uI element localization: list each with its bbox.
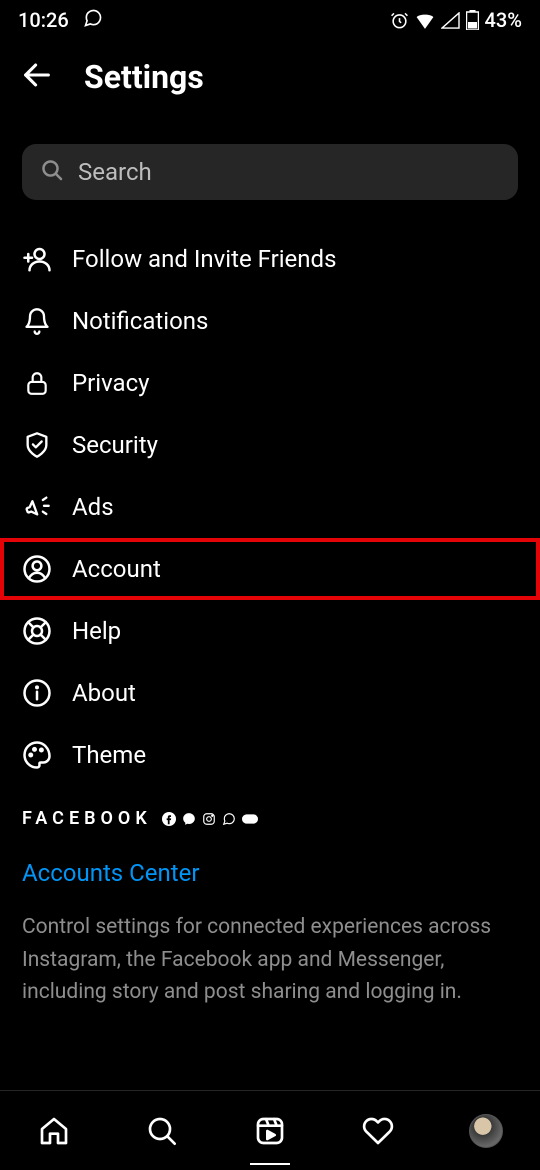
oculus-icon [242,814,258,824]
status-time: 10:26 [18,8,69,32]
info-icon [22,678,52,708]
nav-search[interactable] [142,1101,182,1161]
shield-check-icon [22,430,52,460]
menu-item-ads[interactable]: Ads [0,476,540,538]
menu-item-label: Privacy [72,369,150,397]
page-title: Settings [84,58,204,96]
menu-item-help[interactable]: Help [0,600,540,662]
whatsapp-icon [83,8,103,33]
accounts-center-description: Control settings for connected experienc… [22,911,518,1009]
megaphone-icon [22,492,52,522]
bell-icon [22,306,52,336]
back-icon[interactable] [20,58,54,96]
nav-home[interactable] [34,1101,74,1161]
lifebuoy-icon [22,616,52,646]
accounts-center-link[interactable]: Accounts Center [22,859,518,887]
menu-item-label: Notifications [72,307,208,335]
alarm-icon [390,11,409,30]
person-add-icon [22,244,52,274]
search-icon [146,1115,178,1147]
menu-item-about[interactable]: About [0,662,540,724]
home-icon [38,1115,70,1147]
menu-item-security[interactable]: Security [0,414,540,476]
menu-item-label: Help [72,617,121,645]
menu-item-label: Theme [72,741,146,769]
nav-reels[interactable] [250,1105,290,1165]
search-icon [40,158,64,186]
battery-icon [466,10,479,30]
lock-icon [22,368,52,398]
user-circle-icon [22,554,52,584]
menu-item-label: About [72,679,136,707]
menu-item-label: Account [72,555,161,583]
menu-item-label: Security [72,431,158,459]
nav-activity[interactable] [358,1101,398,1161]
menu-item-theme[interactable]: Theme [0,724,540,786]
facebook-brand: FACEBOOK [22,808,152,829]
heart-icon [362,1115,394,1147]
signal-icon [441,12,460,29]
whatsapp-small-icon [222,812,236,826]
settings-menu: Follow and Invite Friends Notifications … [0,210,540,786]
nav-profile[interactable] [466,1101,506,1161]
menu-item-notifications[interactable]: Notifications [0,290,540,352]
menu-item-label: Ads [72,493,114,521]
menu-item-privacy[interactable]: Privacy [0,352,540,414]
search-placeholder: Search [78,158,152,186]
facebook-icon [162,812,176,826]
menu-item-account[interactable]: Account [0,538,540,600]
status-battery-pct: 43% [485,8,522,32]
menu-item-follow-invite[interactable]: Follow and Invite Friends [0,228,540,290]
menu-item-label: Follow and Invite Friends [72,245,336,273]
wifi-icon [415,12,435,29]
bottom-nav [0,1090,540,1170]
status-bar: 10:26 43% [0,0,540,40]
facebook-product-icons [162,812,258,826]
page-header: Settings [0,40,540,114]
palette-icon [22,740,52,770]
messenger-icon [182,812,196,826]
instagram-icon [202,812,216,826]
reels-icon [254,1115,286,1147]
facebook-section: FACEBOOK Accounts Center Control setting… [0,786,540,1009]
avatar [469,1114,503,1148]
search-input[interactable]: Search [22,144,518,200]
